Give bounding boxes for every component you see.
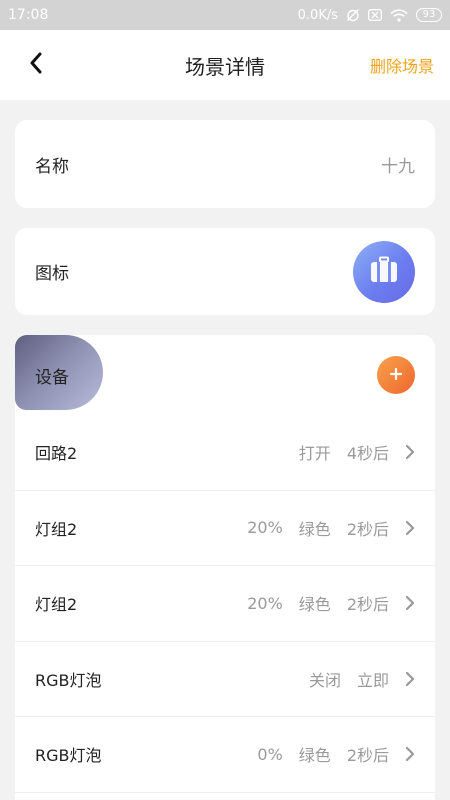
device-level: 0% bbox=[257, 744, 283, 764]
device-name: RGB灯泡 bbox=[35, 670, 102, 690]
battery-icon: 93 bbox=[416, 8, 442, 22]
suitcase-icon bbox=[369, 256, 399, 288]
device-level: 20% bbox=[247, 518, 283, 538]
device-level: 20% bbox=[247, 593, 283, 613]
device-meta: 20% 绿色 2秒后 bbox=[247, 516, 415, 540]
chevron-right-icon bbox=[405, 746, 415, 762]
device-action: 关闭 bbox=[308, 670, 341, 690]
device-action: 绿色 bbox=[298, 746, 331, 766]
wifi-icon bbox=[390, 8, 408, 22]
device-delay: 立即 bbox=[356, 670, 389, 690]
device-action: 打开 bbox=[298, 444, 331, 464]
network-speed: 0.0K/s bbox=[297, 7, 338, 23]
scene-name-value[interactable]: 十九 bbox=[381, 152, 415, 177]
icon-card[interactable]: 图标 bbox=[15, 228, 435, 315]
device-delay: 4秒后 bbox=[346, 444, 389, 464]
device-list: 回路2 打开 4秒后 灯组2 20% 绿色 2秒后 灯组2 20% 绿色 2秒后 bbox=[15, 415, 435, 793]
device-row[interactable]: 灯组2 20% 绿色 2秒后 bbox=[15, 566, 435, 642]
status-bar: 17:08 0.0K/s 93 bbox=[0, 0, 450, 30]
sim-off-icon bbox=[368, 9, 382, 21]
device-name: 灯组2 bbox=[35, 595, 78, 615]
device-delay: 2秒后 bbox=[346, 746, 389, 766]
device-meta: 20% 绿色 2秒后 bbox=[247, 591, 415, 615]
device-name: 灯组2 bbox=[35, 519, 78, 539]
device-row[interactable]: RGB灯泡 关闭 立即 bbox=[15, 642, 435, 717]
device-action: 绿色 bbox=[298, 519, 331, 539]
page-title: 场景详情 bbox=[185, 54, 265, 79]
chevron-right-icon bbox=[405, 444, 415, 460]
device-meta: 关闭 立即 bbox=[309, 667, 415, 691]
name-card[interactable]: 名称 十九 bbox=[15, 120, 435, 208]
status-icons: 0.0K/s 93 bbox=[298, 8, 442, 23]
back-button[interactable] bbox=[22, 51, 50, 79]
add-device-button[interactable] bbox=[377, 356, 415, 394]
devices-label: 设备 bbox=[35, 367, 69, 388]
device-name: RGB灯泡 bbox=[35, 746, 102, 766]
scene-icon-button[interactable] bbox=[353, 240, 415, 303]
plus-icon bbox=[389, 364, 403, 386]
device-action: 绿色 bbox=[298, 595, 331, 615]
chevron-left-icon bbox=[29, 52, 43, 78]
name-label: 名称 bbox=[35, 156, 69, 177]
device-delay: 2秒后 bbox=[346, 595, 389, 615]
devices-header: 设备 bbox=[15, 335, 435, 415]
navigation-bar: 场景详情 删除场景 bbox=[0, 30, 450, 100]
icon-label: 图标 bbox=[35, 264, 69, 284]
device-row[interactable]: 回路2 打开 4秒后 bbox=[15, 415, 435, 491]
chevron-right-icon bbox=[405, 520, 415, 536]
alarm-off-icon bbox=[346, 8, 360, 22]
device-delay: 2秒后 bbox=[346, 519, 389, 539]
delete-scene-button[interactable]: 删除场景 bbox=[370, 53, 434, 77]
device-name: 回路2 bbox=[35, 444, 78, 464]
device-row[interactable]: 灯组2 20% 绿色 2秒后 bbox=[15, 491, 435, 566]
devices-card: 设备 回路2 打开 4秒后 灯组2 20% 绿色 2秒后 灯组2 20% 绿色 … bbox=[15, 335, 435, 800]
device-row[interactable]: RGB灯泡 0% 绿色 2秒后 bbox=[15, 717, 435, 793]
chevron-right-icon bbox=[405, 595, 415, 611]
status-time: 17:08 bbox=[8, 7, 49, 23]
chevron-right-icon bbox=[405, 671, 415, 687]
device-meta: 打开 4秒后 bbox=[299, 440, 415, 464]
device-meta: 0% 绿色 2秒后 bbox=[257, 742, 415, 766]
